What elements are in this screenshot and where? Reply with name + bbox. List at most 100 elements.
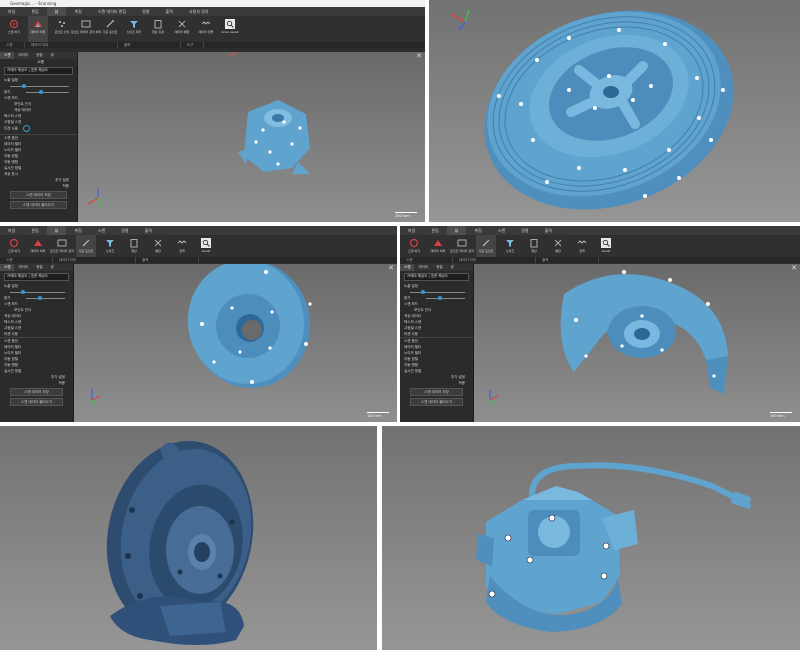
tab-scan[interactable]: 스캔: [490, 226, 513, 235]
tab-file[interactable]: 파일: [0, 7, 23, 16]
tab-edit[interactable]: 편집: [423, 226, 446, 235]
panel-tab-view[interactable]: 뷰: [47, 52, 58, 59]
tool-label: 형상: [131, 249, 137, 253]
panel-tabs: 스캔 데이터 정렬 뷰: [0, 264, 73, 271]
resolution-dropdown[interactable]: 카메라 해상도 | 표준 해상도: [4, 67, 73, 75]
panel-tab-scan[interactable]: 스캔: [0, 52, 15, 59]
tool-assist-button[interactable]: Assist: [196, 235, 216, 257]
tool-align-button[interactable]: 정렬: [572, 235, 592, 257]
tool-manage-button[interactable]: 포인트 데이터 관리: [450, 235, 474, 257]
tool-shape-button[interactable]: 형상: [524, 235, 544, 257]
tool-label: 포인트 데이터 관리: [450, 249, 474, 253]
ribbon-toolbar: 스캔 하기 데이터 처리 포인트 인식 포인트 데이터 관리 처리 기준 포인트…: [0, 16, 425, 42]
resolution-dropdown[interactable]: 카메라 해상도 | 표준 해상도: [4, 273, 69, 281]
3d-viewport[interactable]: ✕ 100 mm: [74, 264, 397, 422]
window-title-bar: Geomagic... - Scanning: [0, 0, 425, 7]
group-scan: 스캔: [0, 42, 25, 48]
tool-ref-point-button[interactable]: 기준 포인트: [100, 16, 120, 42]
tab-scan[interactable]: 스캔: [90, 226, 113, 235]
brightness-slider[interactable]: [26, 296, 65, 300]
tool-shape-button[interactable]: 형상 지정: [148, 16, 168, 42]
tool-merge-button[interactable]: 병합: [548, 235, 568, 257]
apply-button[interactable]: 적용: [0, 183, 77, 189]
panel-tab-view[interactable]: 뷰: [47, 264, 58, 271]
tool-process-button[interactable]: 데이터 처리: [428, 235, 448, 257]
tool-noise-button[interactable]: 노이즈: [100, 235, 120, 257]
tool-assist-button[interactable]: Assist: [596, 235, 616, 257]
tab-output[interactable]: 출력: [537, 226, 560, 235]
tool-merge-button[interactable]: 병합: [148, 235, 168, 257]
tab-align[interactable]: 정렬: [134, 7, 157, 16]
tab-measure[interactable]: 측정: [466, 226, 489, 235]
tool-scan-button[interactable]: 스캔 하기: [404, 235, 424, 257]
panel-tab-data[interactable]: 데이터: [14, 264, 32, 271]
tab-output[interactable]: 출력: [137, 226, 160, 235]
tool-assist-button[interactable]: Scan Assist: [220, 16, 240, 42]
tab-view[interactable]: 뷰: [446, 226, 467, 235]
save-scan-button[interactable]: 스캔 데이터 저장: [410, 388, 463, 396]
brightness-slider[interactable]: [26, 90, 69, 94]
panel-tab-data[interactable]: 데이터: [414, 264, 432, 271]
panel-tab-scan[interactable]: 스캔: [0, 264, 15, 271]
tool-ref-point-button[interactable]: 기준 포인트: [76, 235, 96, 257]
tool-align-button[interactable]: 정렬: [172, 235, 192, 257]
tool-merge-button[interactable]: 데이터 병합: [172, 16, 192, 42]
tool-process-button[interactable]: 데이터 처리: [28, 16, 48, 42]
tab-output[interactable]: 출력: [158, 7, 181, 16]
tool-align-button[interactable]: 데이터 정렬: [196, 16, 216, 42]
tab-align[interactable]: 정렬: [513, 226, 536, 235]
slider-knob[interactable]: [38, 90, 43, 94]
tab-scan-edit[interactable]: 스캔 데이터 편집: [90, 7, 134, 16]
tool-manage-button[interactable]: 포인트 데이터 관리: [50, 235, 74, 257]
exposure-slider[interactable]: [410, 290, 465, 294]
save-scan-button[interactable]: 스캔 데이터 저장: [10, 191, 67, 199]
tool-manage-button[interactable]: 포인트 데이터 관리 처리: [71, 16, 101, 42]
exposure-slider[interactable]: [10, 84, 69, 88]
panel-tab-align[interactable]: 정렬: [432, 264, 446, 271]
tool-scan-button[interactable]: 스캔 하기: [4, 235, 24, 257]
3d-viewport[interactable]: ✕ 100 mm: [78, 52, 425, 222]
3d-viewport[interactable]: ✕ 100 mm: [474, 264, 800, 422]
exposure-slider[interactable]: [10, 290, 65, 294]
tab-view[interactable]: 뷰: [46, 7, 67, 16]
tab-measure[interactable]: 측정: [66, 7, 89, 16]
load-scan-button[interactable]: 스캔 데이터 불러오기: [10, 398, 63, 406]
ribbon-toolbar: 스캔 하기 데이터 처리 포인트 데이터 관리 기준 포인트 노이즈 형상 병합…: [0, 235, 397, 257]
tool-label: 병합: [555, 249, 561, 253]
tool-ref-point-button[interactable]: 기준 포인트: [476, 235, 496, 257]
tab-custom[interactable]: 사용자 정의: [181, 7, 217, 16]
filter-icon: [106, 240, 114, 247]
tab-align[interactable]: 정렬: [113, 226, 136, 235]
load-scan-button[interactable]: 스캔 데이터 불러오기: [410, 398, 463, 406]
save-scan-button[interactable]: 스캔 데이터 저장: [10, 388, 63, 396]
slider-knob[interactable]: [21, 290, 25, 294]
slider-knob[interactable]: [421, 290, 425, 294]
tool-noise-button[interactable]: 노이즈 제거: [124, 16, 144, 42]
tab-measure[interactable]: 측정: [66, 226, 89, 235]
tool-scan-button[interactable]: 스캔 하기: [4, 16, 24, 42]
resolution-dropdown[interactable]: 카메라 해상도 | 표준 해상도: [404, 273, 469, 281]
brightness-slider[interactable]: [426, 296, 465, 300]
panel-tab-align[interactable]: 정렬: [32, 264, 46, 271]
tab-view[interactable]: 뷰: [46, 226, 67, 235]
tab-file[interactable]: 파일: [400, 226, 423, 235]
option-item[interactable]: 타겟 사용: [0, 125, 77, 132]
slider-knob[interactable]: [437, 296, 442, 300]
slider-knob[interactable]: [21, 84, 26, 88]
slider-knob[interactable]: [37, 296, 42, 300]
apply-button[interactable]: 적용: [0, 380, 73, 386]
panel-tab-align[interactable]: 정렬: [32, 52, 46, 59]
tab-edit[interactable]: 편집: [23, 226, 46, 235]
tool-label: 기준 포인트: [78, 249, 94, 253]
tab-file[interactable]: 파일: [0, 226, 23, 235]
tool-process-button[interactable]: 데이터 처리: [28, 235, 48, 257]
panel-tab-scan[interactable]: 스캔: [400, 264, 415, 271]
tool-point-button[interactable]: 포인트 인식: [52, 16, 72, 42]
load-scan-button[interactable]: 스캔 데이터 불러오기: [10, 201, 67, 209]
panel-tab-data[interactable]: 데이터: [14, 52, 32, 59]
tab-edit[interactable]: 편집: [23, 7, 46, 16]
panel-tab-view[interactable]: 뷰: [447, 264, 458, 271]
apply-button[interactable]: 적용: [400, 380, 473, 386]
tool-noise-button[interactable]: 노이즈: [500, 235, 520, 257]
tool-shape-button[interactable]: 형상: [124, 235, 144, 257]
